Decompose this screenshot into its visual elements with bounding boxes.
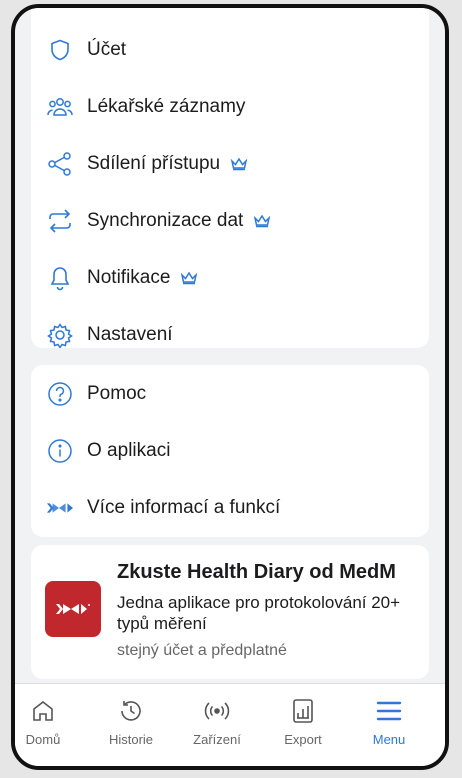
export-icon [292,698,314,729]
device-icon [203,699,231,728]
crown-icon [254,214,271,228]
secondary-menu-card: Pomoc O aplikaci Více informací a funkcí [31,365,429,537]
primary-menu-card: Účet Lékařské záznamy Sdílení přístupu S… [31,8,429,348]
bottom-nav: Domů Historie Zařízení Export Menu [15,683,445,766]
menu-item-label: Synchronizace dat [87,210,271,232]
menu-item-medical-records[interactable]: Lékařské záznamy [31,79,429,135]
menu-item-help[interactable]: Pomoc [31,366,429,422]
promo-title: Zkuste Health Diary od MedM [117,561,396,583]
menu-item-label: O aplikaci [87,440,171,461]
gear-icon [47,322,73,348]
shield-icon [47,37,73,63]
promo-card[interactable]: Zkuste Health Diary od MedM Jedna aplika… [31,545,429,679]
nav-label: Zařízení [193,732,241,747]
menu-item-settings[interactable]: Nastavení [31,307,429,363]
menu-item-more-info[interactable]: Více informací a funkcí [31,480,429,536]
menu-item-label: Více informací a funkcí [87,497,281,518]
crown-icon [230,157,248,171]
nav-history[interactable]: Historie [91,698,171,747]
menu-item-data-sync[interactable]: Synchronizace dat [31,193,429,249]
menu-item-about[interactable]: O aplikaci [31,423,429,479]
nav-export[interactable]: Export [263,698,343,747]
bell-icon [47,265,73,291]
nav-devices[interactable]: Zařízení [177,698,257,747]
share-icon [47,151,73,177]
menu-icon [376,700,402,727]
users-icon [47,94,73,120]
promo-subtitle: stejný účet a předplatné [117,642,287,659]
menu-item-label: Pomoc [87,383,147,404]
medm-logo-icon [47,495,73,521]
nav-label: Domů [25,732,61,747]
menu-item-account[interactable]: Účet [31,22,429,78]
sync-icon [47,208,73,234]
menu-item-share-access[interactable]: Sdílení přístupu [31,136,429,192]
menu-item-label: Sdílení přístupu [87,153,248,175]
phone-frame: Účet Lékařské záznamy Sdílení přístupu S… [11,4,449,770]
nav-label: Historie [108,732,154,747]
info-icon [47,438,73,464]
menu-item-label: Lékařské záznamy [87,96,246,117]
help-icon [47,381,73,407]
menu-item-notifications[interactable]: Notifikace [31,250,429,306]
menu-item-label: Notifikace [87,267,198,289]
menu-item-label: Nastavení [87,324,173,345]
menu-item-label: Účet [87,39,127,60]
nav-menu[interactable]: Menu [349,698,429,747]
nav-label: Menu [372,732,406,747]
history-icon [118,699,144,728]
nav-label: Export [284,732,322,747]
crown-icon [181,271,198,285]
home-icon [31,699,55,728]
promo-description: Jedna aplikace pro protokolování 20+ typ… [117,593,401,633]
medm-app-logo [45,581,101,637]
nav-home[interactable]: Domů [15,698,83,747]
